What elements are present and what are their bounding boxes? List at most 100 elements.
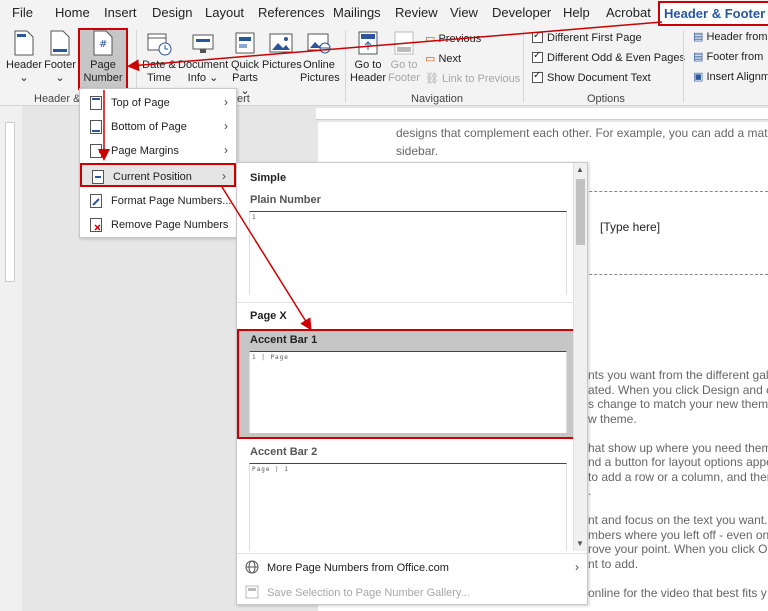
vertical-ruler[interactable] xyxy=(5,122,15,282)
chevron-right-icon: › xyxy=(575,560,579,574)
group-separator xyxy=(683,30,684,102)
menu-item-format-page-numbers[interactable]: Format Page Numbers... xyxy=(80,189,236,213)
go-to-header-button[interactable]: Go to Header xyxy=(350,30,386,85)
group-label-navigation: Navigation xyxy=(411,93,463,105)
pictures-icon xyxy=(269,33,293,53)
previous-button[interactable]: ▭ Previous xyxy=(425,32,481,45)
gallery-item-accent-bar-2[interactable]: Page | 1 xyxy=(249,463,567,551)
tab-developer[interactable]: Developer xyxy=(492,5,551,20)
document-line: designs that complement each other. For … xyxy=(396,126,768,140)
page-number-menu: Top of Page › Bottom of Page › Page Margin… xyxy=(79,88,237,238)
chevron-right-icon: › xyxy=(224,143,228,157)
gallery-divider xyxy=(237,302,577,303)
footer-from-bottom-field[interactable]: ▤ Footer from xyxy=(693,50,763,63)
header-position-icon: ▤ xyxy=(693,31,707,43)
horizontal-ruler[interactable] xyxy=(316,108,768,120)
document-info-button[interactable]: Document Info ⌄ xyxy=(178,30,228,85)
scrollbar-thumb[interactable] xyxy=(576,179,585,245)
next-icon: ▭ xyxy=(425,53,439,65)
document-line: online for the video that best fits y xyxy=(588,585,767,600)
tab-layout[interactable]: Layout xyxy=(205,5,244,20)
chevron-down-icon: ⌄ xyxy=(206,72,219,84)
pictures-button[interactable]: Pictures xyxy=(262,30,302,72)
footer-icon xyxy=(50,30,70,56)
different-odd-even-checkbox[interactable]: Different Odd & Even Pages xyxy=(532,50,685,64)
document-line: w theme. xyxy=(588,411,637,426)
alignment-tab-icon: ▣ xyxy=(693,71,707,83)
link-icon: ⛓ xyxy=(425,73,443,85)
tab-references[interactable]: References xyxy=(258,5,324,20)
group-separator xyxy=(345,30,346,102)
chevron-down-icon: ⌄ xyxy=(19,72,29,84)
show-document-text-checkbox[interactable]: Show Document Text xyxy=(532,70,651,84)
tab-review[interactable]: Review xyxy=(395,5,438,20)
page-number-icon: # xyxy=(93,30,113,56)
ribbon-tab-bar: File Home Insert Design Layout Reference… xyxy=(0,0,768,26)
document-line: sidebar. xyxy=(396,144,439,158)
chevron-right-icon: › xyxy=(222,169,226,183)
footer-position-icon: ▤ xyxy=(693,51,707,63)
scroll-down-icon[interactable]: ▼ xyxy=(576,539,584,548)
page-bottom-icon xyxy=(90,120,102,134)
link-to-previous-button[interactable]: ⛓ Link to Previous xyxy=(425,72,520,85)
page-top-icon xyxy=(90,96,102,110)
insert-alignment-tab-button[interactable]: ▣ Insert Alignm xyxy=(693,70,768,83)
quick-parts-icon xyxy=(235,32,255,54)
more-page-numbers-button[interactable]: More Page Numbers from Office.com › xyxy=(237,555,587,581)
group-label-insert: ert xyxy=(237,93,250,105)
page-number-gallery: Simple Plain Number 1 Page X Accent Bar … xyxy=(236,162,588,605)
go-to-header-icon xyxy=(358,31,378,55)
go-to-footer-button[interactable]: Go to Footer xyxy=(386,30,422,85)
online-pictures-button[interactable]: Online Pictures xyxy=(300,30,340,85)
tab-help[interactable]: Help xyxy=(563,5,590,20)
different-first-page-checkbox[interactable]: Different First Page xyxy=(532,30,642,44)
checkbox-checked-icon xyxy=(532,70,543,83)
menu-item-current-position[interactable]: Current Position › xyxy=(80,163,236,187)
previous-icon: ▭ xyxy=(425,33,439,45)
page-margins-icon xyxy=(90,144,102,158)
gallery-scrollbar[interactable]: ▲ ▼ xyxy=(573,163,587,551)
menu-item-bottom-of-page[interactable]: Bottom of Page › xyxy=(80,115,236,139)
chevron-right-icon: › xyxy=(224,119,228,133)
header-button[interactable]: Header ⌄ xyxy=(6,30,42,85)
remove-page-numbers-icon xyxy=(90,218,102,232)
gallery-section-page-x: Page X xyxy=(250,310,287,322)
svg-text:#: # xyxy=(99,39,107,50)
tab-header-footer[interactable]: Header & Footer xyxy=(658,1,768,26)
gallery-item-title: Accent Bar 1 xyxy=(250,334,318,346)
gallery-item-plain-number[interactable]: 1 xyxy=(249,211,567,295)
calendar-clock-icon xyxy=(147,33,172,56)
gallery-item-title: Plain Number xyxy=(250,194,321,206)
group-separator xyxy=(523,30,524,102)
gallery-item-accent-bar-1[interactable]: 1 | Page xyxy=(249,351,567,433)
tab-design[interactable]: Design xyxy=(152,5,192,20)
gallery-divider xyxy=(237,553,587,554)
header-icon xyxy=(14,30,34,56)
footer-button[interactable]: Footer ⌄ xyxy=(42,30,78,85)
tab-view[interactable]: View xyxy=(450,5,478,20)
chevron-down-icon: ⌄ xyxy=(55,72,65,84)
header-placeholder[interactable]: [Type here] xyxy=(600,220,660,234)
save-selection-icon xyxy=(245,585,259,599)
tab-file[interactable]: File xyxy=(12,5,33,20)
date-time-button[interactable]: Date & Time xyxy=(140,30,178,85)
gallery-item-title: Accent Bar 2 xyxy=(250,446,318,458)
current-position-icon xyxy=(92,170,104,184)
checkbox-checked-icon xyxy=(532,30,543,43)
scroll-up-icon[interactable]: ▲ xyxy=(576,165,584,174)
chevron-right-icon: › xyxy=(224,95,228,109)
header-from-top-field[interactable]: ▤ Header from xyxy=(693,30,768,43)
save-selection-button[interactable]: Save Selection to Page Number Gallery... xyxy=(237,580,587,606)
document-line: . xyxy=(588,484,592,498)
globe-icon xyxy=(245,560,259,574)
menu-item-page-margins[interactable]: Page Margins › xyxy=(80,139,236,163)
tab-home[interactable]: Home xyxy=(55,5,90,20)
tab-mailings[interactable]: Mailings xyxy=(333,5,381,20)
tab-acrobat[interactable]: Acrobat xyxy=(606,5,651,20)
menu-item-remove-page-numbers[interactable]: Remove Page Numbers xyxy=(80,213,236,237)
go-to-footer-icon xyxy=(394,31,414,55)
next-button[interactable]: ▭ Next xyxy=(425,52,461,65)
tab-insert[interactable]: Insert xyxy=(104,5,137,20)
menu-item-top-of-page[interactable]: Top of Page › xyxy=(80,91,236,115)
gallery-section-simple: Simple xyxy=(250,172,287,184)
